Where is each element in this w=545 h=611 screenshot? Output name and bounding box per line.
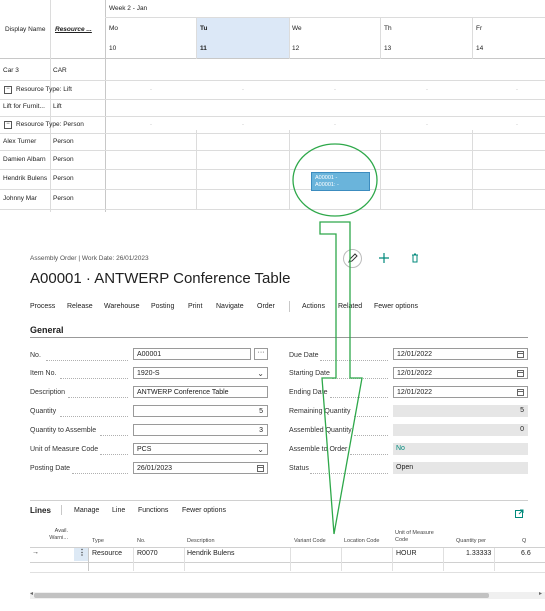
annotation-arrow xyxy=(319,221,363,535)
annotation-overlay xyxy=(292,143,378,535)
highlight-circle xyxy=(292,143,378,217)
